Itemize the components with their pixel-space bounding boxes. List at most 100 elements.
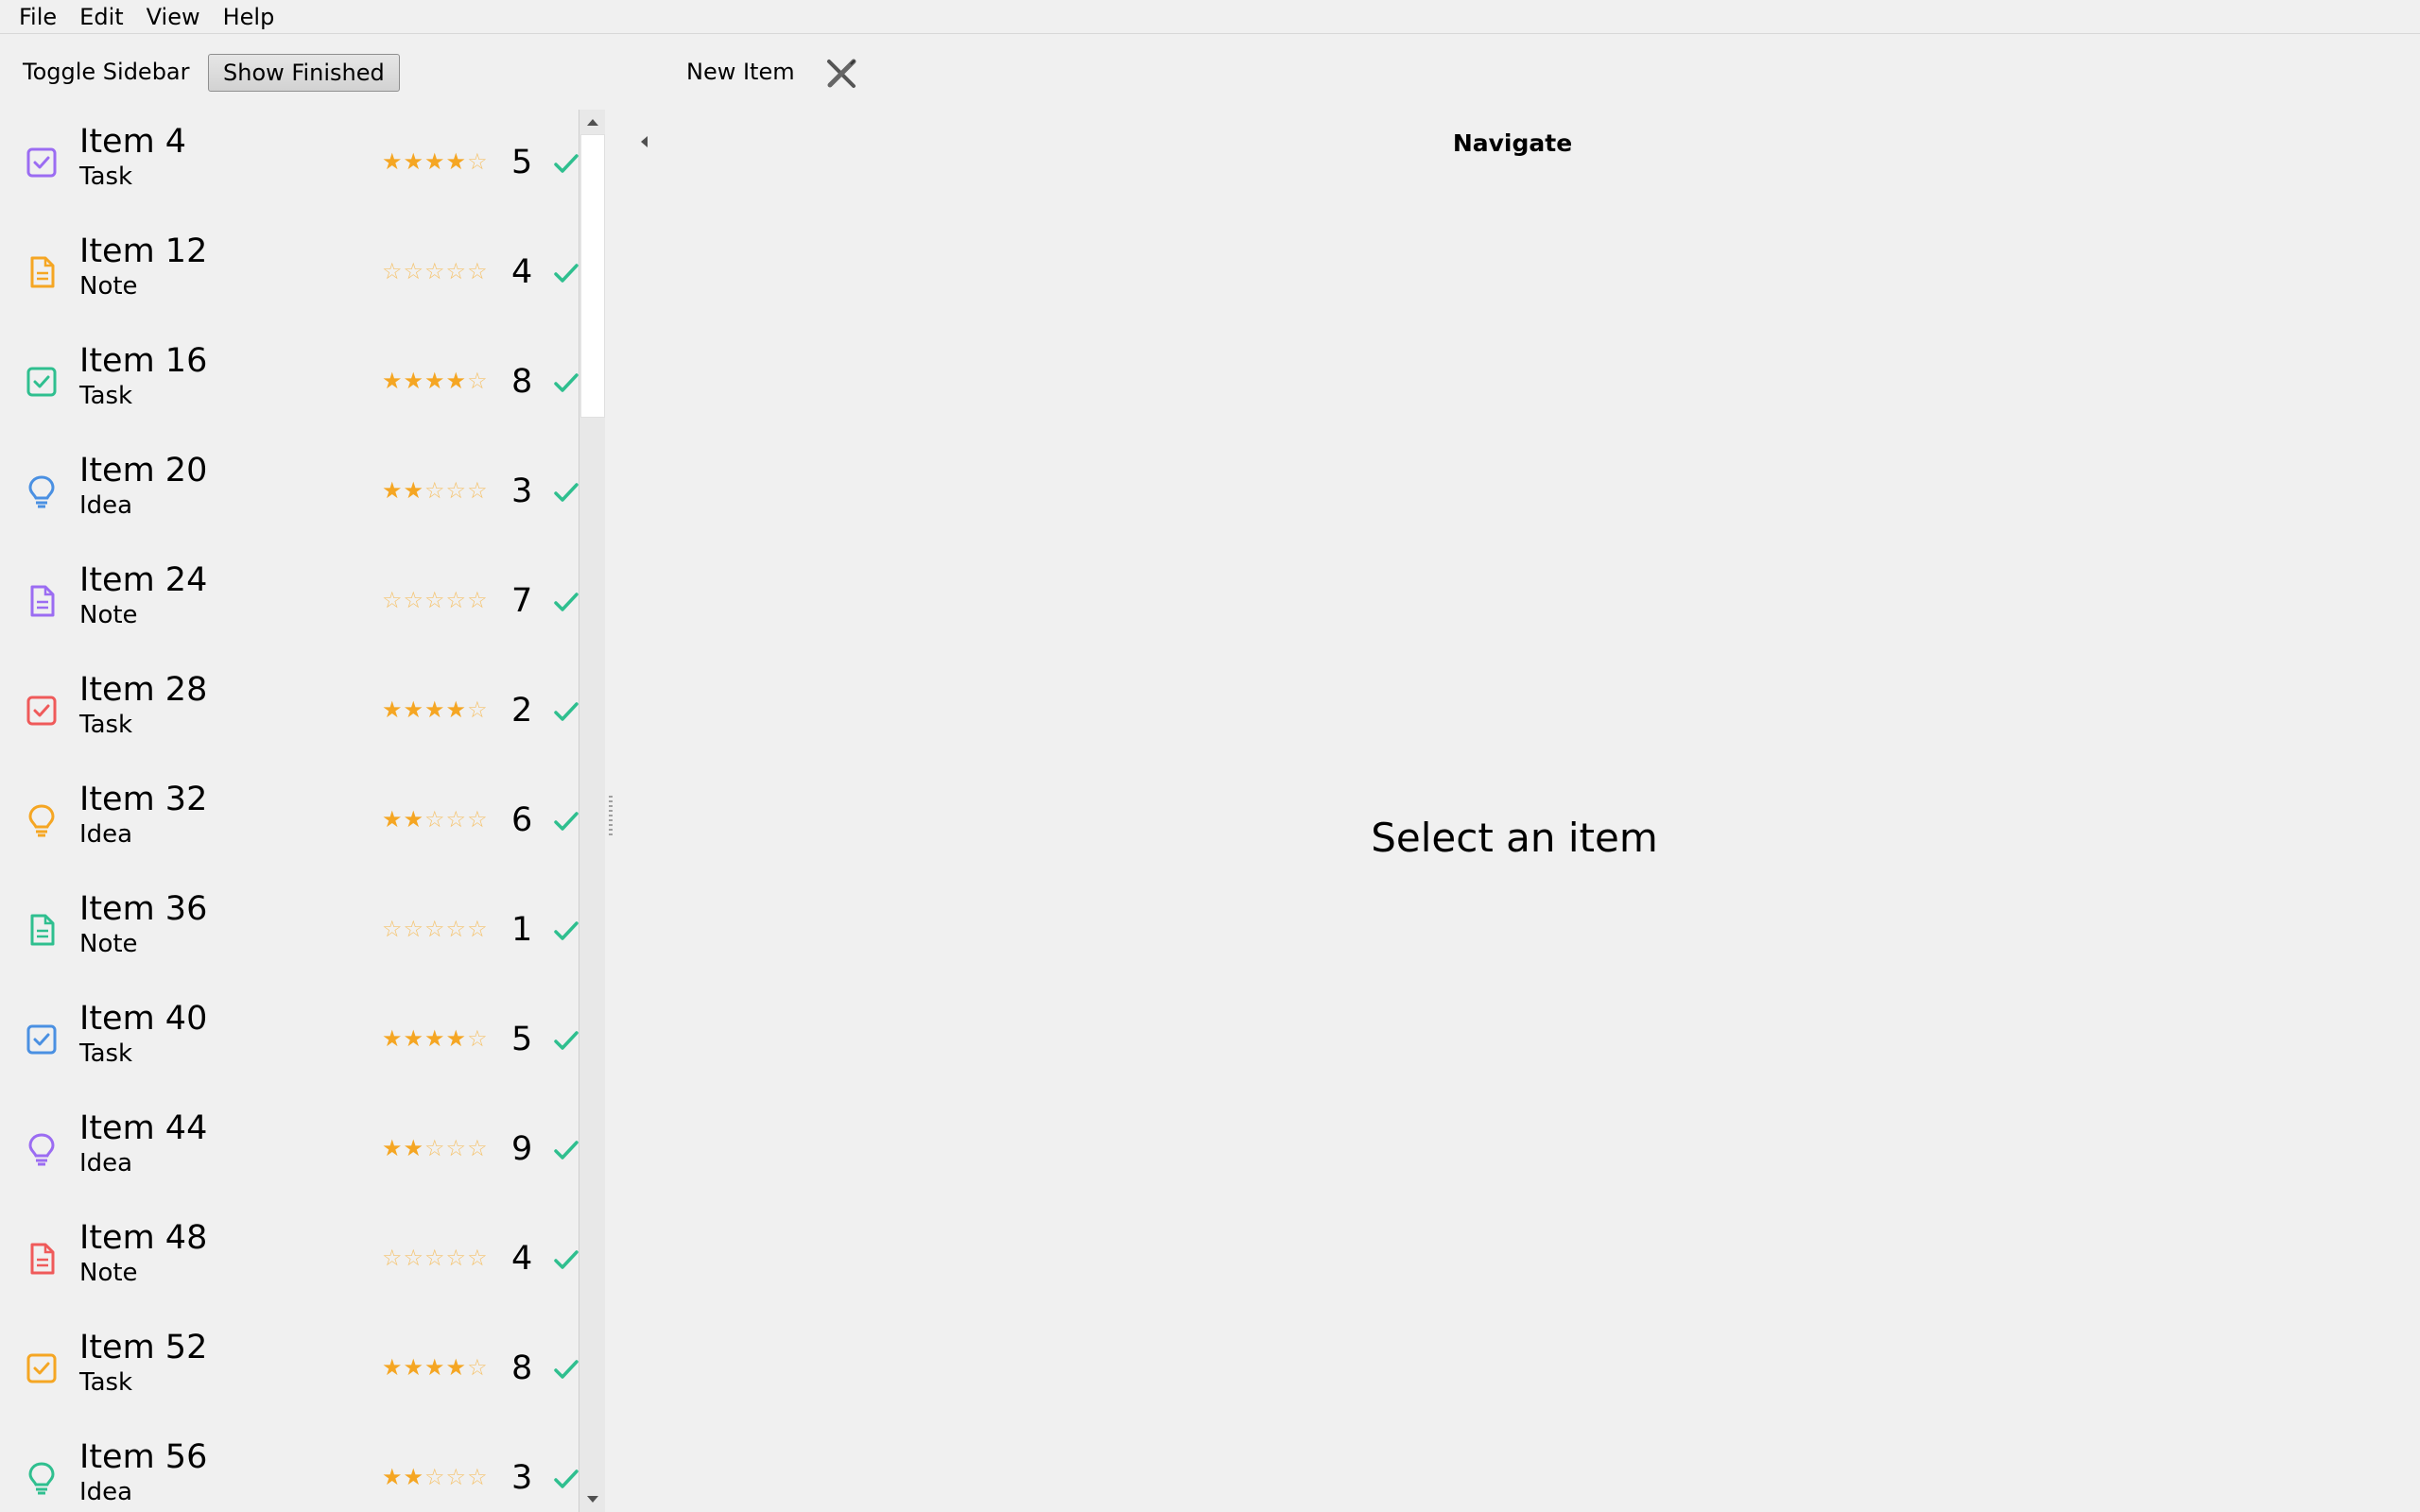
- note-icon: [25, 255, 59, 289]
- list-item[interactable]: Item 48 Note ☆☆☆☆☆ 4: [0, 1206, 579, 1315]
- item-type: Note: [79, 601, 138, 629]
- list-item[interactable]: Item 52 Task ★★★★☆ 8: [0, 1315, 579, 1425]
- item-type: Task: [79, 1040, 133, 1068]
- item-title: Item 16: [79, 342, 208, 380]
- item-title: Item 36: [79, 890, 208, 928]
- item-title: Item 20: [79, 452, 208, 490]
- list-item[interactable]: Item 56 Idea ★★☆☆☆ 3: [0, 1425, 579, 1512]
- checkmark-icon[interactable]: [552, 1136, 579, 1164]
- item-count: 3: [511, 472, 533, 510]
- idea-icon: [25, 1132, 59, 1166]
- star-rating[interactable]: ★★★★☆: [382, 367, 489, 395]
- star-rating[interactable]: ★★★★☆: [382, 147, 489, 176]
- task-icon: [25, 1022, 59, 1057]
- note-icon: [25, 584, 59, 618]
- list-item[interactable]: Item 20 Idea ★★☆☆☆ 3: [0, 438, 579, 548]
- note-icon: [25, 1242, 59, 1276]
- item-type: Idea: [79, 491, 133, 520]
- note-icon: [25, 913, 59, 947]
- checkmark-icon[interactable]: [552, 697, 579, 726]
- checkmark-icon[interactable]: [552, 478, 579, 507]
- star-rating[interactable]: ☆☆☆☆☆: [382, 586, 489, 614]
- item-count: 4: [511, 1240, 533, 1278]
- star-rating[interactable]: ★★☆☆☆: [382, 805, 489, 833]
- list-item[interactable]: Item 40 Task ★★★★☆ 5: [0, 987, 579, 1096]
- task-icon: [25, 365, 59, 399]
- item-list[interactable]: Item 4 Task ★★★★☆ 5 Item 12 Note ☆☆☆☆☆ 4 Item …: [0, 110, 579, 1512]
- item-count: 2: [511, 692, 533, 730]
- menu-edit[interactable]: Edit: [68, 1, 134, 33]
- checkmark-icon[interactable]: [552, 588, 579, 616]
- star-rating[interactable]: ★★★★☆: [382, 1353, 489, 1382]
- item-title: Item 44: [79, 1109, 208, 1147]
- item-type: Note: [79, 930, 138, 958]
- item-type: Idea: [79, 1149, 133, 1177]
- idea-icon: [25, 803, 59, 837]
- item-type: Note: [79, 272, 138, 301]
- empty-selection-message: Select an item: [1371, 815, 1658, 861]
- splitter-grip: [609, 796, 613, 835]
- menu-help[interactable]: Help: [212, 1, 286, 33]
- list-item[interactable]: Item 44 Idea ★★☆☆☆ 9: [0, 1096, 579, 1206]
- item-title: Item 28: [79, 671, 208, 709]
- checkmark-icon[interactable]: [552, 369, 579, 397]
- item-count: 7: [511, 582, 533, 620]
- item-title: Item 52: [79, 1329, 208, 1366]
- item-type: Idea: [79, 1478, 133, 1506]
- list-item[interactable]: Item 36 Note ☆☆☆☆☆ 1: [0, 877, 579, 987]
- item-count: 4: [511, 253, 533, 291]
- item-title: Item 40: [79, 1000, 208, 1038]
- checkmark-icon[interactable]: [552, 1246, 579, 1274]
- list-item[interactable]: Item 24 Note ☆☆☆☆☆ 7: [0, 548, 579, 658]
- list-scrollbar[interactable]: [579, 110, 605, 1512]
- checkmark-icon[interactable]: [552, 1465, 579, 1493]
- splitter-handle[interactable]: [605, 110, 616, 1512]
- task-icon: [25, 1351, 59, 1385]
- checkmark-icon[interactable]: [552, 259, 579, 287]
- idea-icon: [25, 474, 59, 508]
- star-rating[interactable]: ★★☆☆☆: [382, 1134, 489, 1162]
- toggle-sidebar-button[interactable]: Toggle Sidebar: [23, 54, 190, 90]
- item-type: Task: [79, 1368, 133, 1397]
- menu-file[interactable]: File: [8, 1, 68, 33]
- new-item-button[interactable]: New Item: [686, 54, 795, 90]
- star-rating[interactable]: ★★★★☆: [382, 1024, 489, 1053]
- list-item[interactable]: Item 32 Idea ★★☆☆☆ 6: [0, 767, 579, 877]
- item-title: Item 4: [79, 123, 187, 161]
- item-title: Item 48: [79, 1219, 208, 1257]
- item-title: Item 56: [79, 1438, 208, 1476]
- menu-bar: File Edit View Help: [0, 0, 2420, 34]
- scrollbar-thumb[interactable]: [580, 134, 605, 418]
- show-finished-button[interactable]: Show Finished: [208, 54, 400, 92]
- scroll-down-arrow-icon[interactable]: [579, 1487, 606, 1512]
- checkmark-icon[interactable]: [552, 917, 579, 945]
- star-rating[interactable]: ★★★★☆: [382, 696, 489, 724]
- scroll-up-arrow-icon[interactable]: [579, 110, 606, 134]
- menu-view[interactable]: View: [135, 1, 212, 33]
- checkmark-icon[interactable]: [552, 149, 579, 178]
- item-count: 6: [511, 801, 533, 839]
- list-item[interactable]: Item 4 Task ★★★★☆ 5: [0, 110, 579, 219]
- star-rating[interactable]: ☆☆☆☆☆: [382, 1244, 489, 1272]
- star-rating[interactable]: ☆☆☆☆☆: [382, 257, 489, 285]
- checkmark-icon[interactable]: [552, 1026, 579, 1055]
- checkmark-icon[interactable]: [552, 1355, 579, 1383]
- list-item[interactable]: Item 28 Task ★★★★☆ 2: [0, 658, 579, 767]
- list-item[interactable]: Item 16 Task ★★★★☆ 8: [0, 329, 579, 438]
- item-type: Idea: [79, 820, 133, 849]
- item-count: 8: [511, 363, 533, 401]
- item-title: Item 12: [79, 232, 208, 270]
- item-count: 9: [511, 1130, 533, 1168]
- detail-panel: Navigate Select an item: [616, 110, 2420, 1512]
- star-rating[interactable]: ☆☆☆☆☆: [382, 915, 489, 943]
- star-rating[interactable]: ★★☆☆☆: [382, 1463, 489, 1491]
- item-count: 3: [511, 1459, 533, 1497]
- item-type: Note: [79, 1259, 138, 1287]
- item-title: Item 32: [79, 781, 208, 818]
- item-title: Item 24: [79, 561, 208, 599]
- star-rating[interactable]: ★★☆☆☆: [382, 476, 489, 505]
- pencil-cross-icon[interactable]: [822, 55, 860, 93]
- checkmark-icon[interactable]: [552, 807, 579, 835]
- list-item[interactable]: Item 12 Note ☆☆☆☆☆ 4: [0, 219, 579, 329]
- item-type: Task: [79, 163, 133, 191]
